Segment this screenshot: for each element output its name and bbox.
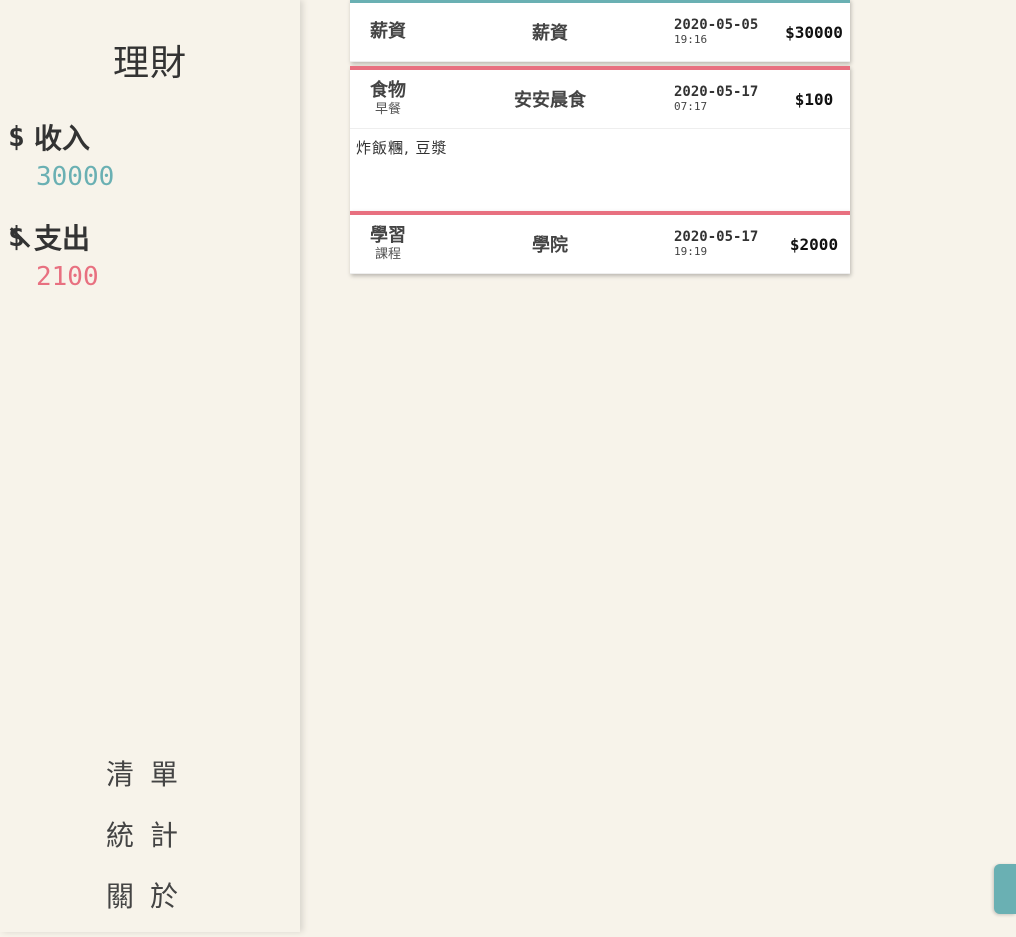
record-time: 07:17	[674, 100, 708, 113]
record-name: 薪資	[532, 23, 568, 44]
income-total: 30000	[36, 162, 115, 192]
app-title: 理財	[112, 43, 187, 84]
expense-summary: $ 支出 2100	[8, 218, 99, 292]
nav-item-statistics[interactable]: 統計	[106, 815, 194, 876]
income-label: 收入	[34, 122, 91, 155]
record-list: 薪資 薪資 2020-05-05 19:16 $30000 食物 早餐 安安晨食…	[350, 0, 850, 274]
record-category: 薪資	[370, 21, 406, 42]
nav-item-about[interactable]: 關於	[106, 876, 194, 937]
dollar-slash-icon: $	[8, 223, 34, 251]
record-date: 2020-05-05	[674, 17, 759, 33]
record-amount: $2000	[789, 234, 839, 254]
record-category: 食物	[370, 80, 406, 101]
nav-item-list[interactable]: 清單	[106, 754, 194, 815]
record-note: 炸飯糰, 豆漿	[356, 139, 448, 157]
record-time: 19:16	[674, 33, 708, 46]
record-card-expense[interactable]: 學習 課程 學院 2020-05-17 19:19 $2000	[350, 211, 850, 274]
record-date: 2020-05-17	[674, 84, 759, 100]
record-subcategory: 課程	[374, 247, 401, 262]
sidebar: 理財 $ 收入 30000 $ 支出 2100 清單 統計 關於	[0, 0, 300, 932]
record-name: 學院	[532, 235, 568, 256]
record-time: 19:19	[674, 245, 708, 258]
income-summary: $ 收入 30000	[8, 118, 114, 192]
record-card-expense[interactable]: 食物 早餐 安安晨食 2020-05-17 07:17 $100 炸飯糰, 豆漿	[350, 66, 850, 211]
record-subcategory: 早餐	[374, 102, 401, 117]
record-name: 安安晨食	[514, 90, 586, 111]
record-amount: $30000	[785, 22, 843, 42]
record-date: 2020-05-17	[674, 229, 759, 245]
dollar-icon: $	[8, 120, 25, 153]
record-amount: $100	[794, 89, 834, 109]
record-category: 學習	[370, 225, 406, 246]
expense-total: 2100	[36, 262, 99, 292]
record-card-income[interactable]: 薪資 薪資 2020-05-05 19:16 $30000	[350, 0, 850, 62]
expense-label: 支出	[34, 222, 91, 255]
add-record-button[interactable]	[994, 864, 1016, 914]
sidebar-nav: 清單 統計 關於	[106, 754, 194, 937]
